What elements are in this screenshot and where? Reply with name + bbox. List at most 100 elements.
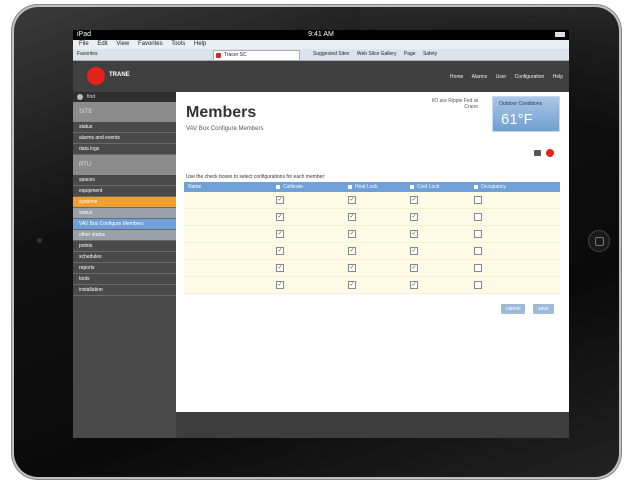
page-menu[interactable]: Page bbox=[404, 51, 416, 57]
checkbox-unchecked[interactable] bbox=[474, 196, 482, 204]
menu-tools[interactable]: Tools bbox=[171, 41, 185, 47]
help-icon[interactable] bbox=[546, 149, 554, 157]
help-link[interactable]: Help bbox=[553, 74, 563, 80]
checkbox-unchecked[interactable] bbox=[474, 230, 482, 238]
browser-toolbar: Favorites Tracer SC Suggested Sites Web … bbox=[73, 49, 569, 61]
checkbox-checked[interactable]: ✓ bbox=[348, 264, 356, 272]
checkbox-checked[interactable]: ✓ bbox=[276, 264, 284, 272]
checkbox-checked[interactable]: ✓ bbox=[348, 281, 356, 289]
table-row: ✓ ✓ ✓ bbox=[184, 260, 560, 277]
sidebar: find SITE status alarms and events data log… bbox=[73, 92, 176, 438]
table-row: ✓ ✓ ✓ bbox=[184, 226, 560, 243]
col-cool-lock[interactable]: Cool Lock bbox=[410, 182, 439, 192]
outdoor-conditions-widget: Outdoor Conditions 61°F bbox=[492, 96, 560, 132]
sidebar-item[interactable]: systems bbox=[73, 197, 176, 208]
sidebar-item[interactable]: schedules bbox=[73, 252, 176, 263]
sidebar-item[interactable]: SITE bbox=[73, 102, 176, 122]
checkbox-checked[interactable]: ✓ bbox=[410, 213, 418, 221]
grid-header: Name Calibrate Heat Lock Cool Lock Occup… bbox=[184, 182, 560, 192]
sidebar-item[interactable]: alarms and events bbox=[73, 133, 176, 144]
top-links: Home Alarms User Configuration Help bbox=[443, 74, 563, 80]
checkbox-checked[interactable]: ✓ bbox=[348, 196, 356, 204]
suggested-sites-link[interactable]: Suggested Sites bbox=[313, 51, 349, 57]
menu-edit[interactable]: Edit bbox=[97, 41, 107, 47]
checkbox-unchecked[interactable] bbox=[474, 264, 482, 272]
brand-name: TRANE bbox=[109, 72, 130, 78]
battery-icon bbox=[555, 32, 565, 37]
browser-tab[interactable]: Tracer SC bbox=[213, 50, 300, 61]
tab-title: Tracer SC bbox=[224, 52, 247, 58]
web-slice-link[interactable]: Web Slice Gallery bbox=[357, 51, 397, 57]
sidebar-item[interactable]: points bbox=[73, 241, 176, 252]
checkbox-unchecked[interactable] bbox=[474, 247, 482, 255]
sidebar-item[interactable]: tools bbox=[73, 274, 176, 285]
home-link[interactable]: Home bbox=[450, 74, 463, 80]
favorites-button[interactable]: Favorites bbox=[77, 49, 98, 60]
browser-menubar: File Edit View Favorites Tools Help bbox=[73, 40, 569, 49]
menu-file[interactable]: File bbox=[79, 41, 89, 47]
checkbox-checked[interactable]: ✓ bbox=[410, 264, 418, 272]
trane-favicon-icon bbox=[216, 53, 221, 58]
user-link[interactable]: User bbox=[496, 74, 507, 80]
sidebar-item[interactable]: spaces bbox=[73, 175, 176, 186]
members-grid: Name Calibrate Heat Lock Cool Lock Occup… bbox=[184, 182, 560, 294]
instructions: Use the check boxes to select configurat… bbox=[186, 174, 326, 180]
checkbox-checked[interactable]: ✓ bbox=[410, 196, 418, 204]
sidebar-item[interactable]: data logs bbox=[73, 144, 176, 155]
checkbox-checked[interactable]: ✓ bbox=[348, 230, 356, 238]
configuration-link[interactable]: Configuration bbox=[515, 74, 545, 80]
sidebar-item[interactable]: VAV Box Configure Members bbox=[73, 219, 176, 230]
col-heat-lock[interactable]: Heat Lock bbox=[348, 182, 378, 192]
col-calibrate[interactable]: Calibrate bbox=[276, 182, 303, 192]
table-row: ✓ ✓ ✓ bbox=[184, 209, 560, 226]
checkbox-checked[interactable]: ✓ bbox=[410, 281, 418, 289]
table-row: ✓ ✓ ✓ bbox=[184, 277, 560, 294]
checkbox-checked[interactable]: ✓ bbox=[276, 281, 284, 289]
sidebar-item[interactable]: RTU bbox=[73, 155, 176, 175]
bottom-area bbox=[176, 412, 569, 438]
print-icon[interactable] bbox=[534, 150, 541, 156]
sidebar-item[interactable]: status bbox=[73, 122, 176, 133]
header-note: I/O are Ripple Fed at Crane bbox=[431, 98, 478, 110]
alarms-link[interactable]: Alarms bbox=[472, 74, 488, 80]
col-name[interactable]: Name bbox=[188, 182, 201, 192]
col-occupancy[interactable]: Occupancy bbox=[474, 182, 506, 192]
screen: iPad 9:41 AM File Edit View Favorites To… bbox=[73, 30, 569, 438]
checkbox-checked[interactable]: ✓ bbox=[348, 213, 356, 221]
checkbox-checked[interactable]: ✓ bbox=[348, 247, 356, 255]
command-bar: Suggested Sites Web Slice Gallery Page S… bbox=[313, 49, 443, 60]
checkbox-checked[interactable]: ✓ bbox=[276, 230, 284, 238]
checkbox-checked[interactable]: ✓ bbox=[276, 196, 284, 204]
home-button[interactable] bbox=[588, 230, 610, 252]
checkbox-unchecked[interactable] bbox=[474, 213, 482, 221]
trane-logo-icon bbox=[87, 67, 105, 85]
status-bar: iPad 9:41 AM bbox=[73, 30, 569, 40]
table-row: ✓ ✓ ✓ bbox=[184, 243, 560, 260]
menu-favorites[interactable]: Favorites bbox=[138, 41, 163, 47]
checkbox-checked[interactable]: ✓ bbox=[410, 247, 418, 255]
main-content: Members VAV Box Configure Members I/O ar… bbox=[176, 92, 569, 412]
app-header: TRANE Home Alarms User Configuration Hel… bbox=[73, 61, 569, 94]
table-row: ✓ ✓ ✓ bbox=[184, 192, 560, 209]
outdoor-conditions-label: Outdoor Conditions bbox=[499, 101, 543, 107]
outdoor-temp: 61°F bbox=[501, 111, 533, 128]
safety-menu[interactable]: Safety bbox=[423, 51, 437, 57]
checkbox-checked[interactable]: ✓ bbox=[276, 247, 284, 255]
checkbox-checked[interactable]: ✓ bbox=[410, 230, 418, 238]
sidebar-search[interactable]: find bbox=[73, 92, 176, 102]
sidebar-item[interactable]: status bbox=[73, 208, 176, 219]
sidebar-item[interactable]: other status bbox=[73, 230, 176, 241]
sidebar-item[interactable]: reports bbox=[73, 263, 176, 274]
checkbox-unchecked[interactable] bbox=[474, 281, 482, 289]
clock: 9:41 AM bbox=[308, 31, 334, 38]
sidebar-item[interactable]: installation bbox=[73, 285, 176, 296]
checkbox-checked[interactable]: ✓ bbox=[276, 213, 284, 221]
menu-view[interactable]: View bbox=[116, 41, 129, 47]
menu-help[interactable]: Help bbox=[194, 41, 206, 47]
sidebar-item[interactable]: equipment bbox=[73, 186, 176, 197]
page-title: Members bbox=[186, 104, 257, 121]
front-camera bbox=[37, 238, 42, 243]
page-subtitle: VAV Box Configure Members bbox=[186, 126, 264, 132]
save-button[interactable]: save bbox=[533, 304, 554, 314]
cancel-button[interactable]: cancel bbox=[501, 304, 526, 314]
